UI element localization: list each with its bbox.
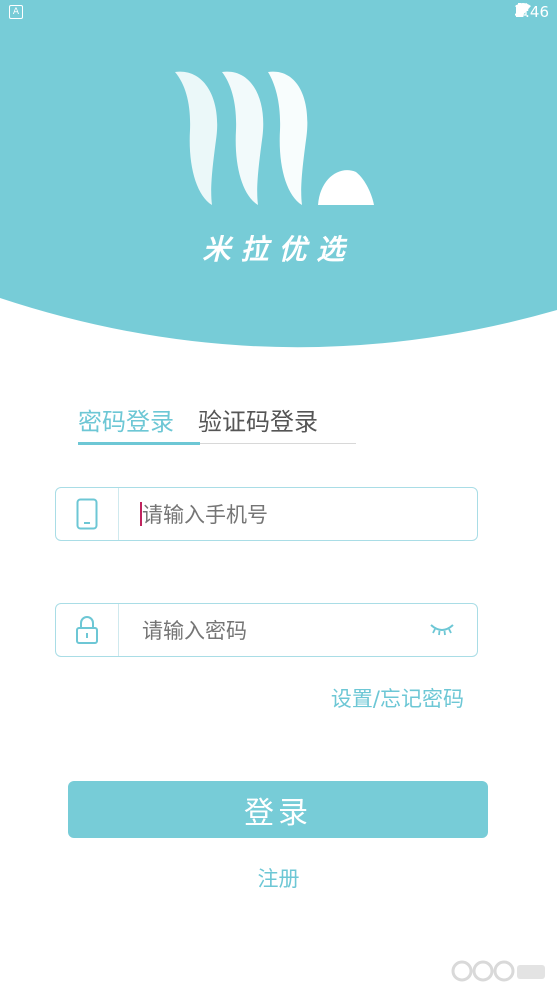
lock-icon-box — [56, 604, 119, 656]
status-bar: A 2:46 — [0, 0, 557, 24]
password-input[interactable] — [140, 604, 444, 658]
notification-icon: A — [9, 5, 23, 19]
login-button[interactable]: 登录 — [68, 781, 488, 838]
watermark-logo — [451, 960, 545, 982]
brand-name: 米拉优选 — [202, 233, 355, 266]
forgot-password-link[interactable]: 设置/忘记密码 — [331, 683, 464, 713]
eye-closed-icon[interactable] — [429, 621, 455, 637]
tab-code-login[interactable]: 验证码登录 — [198, 405, 318, 439]
phone-field[interactable] — [55, 487, 478, 542]
header-banner: A 2:46 米拉优选 — [0, 0, 557, 350]
phone-icon-box — [56, 488, 119, 540]
status-icons: 2:46 — [515, 3, 549, 21]
header-background — [0, 0, 557, 348]
tab-active-indicator — [78, 442, 200, 445]
password-field[interactable] — [55, 603, 478, 658]
login-tabs: 密码登录 验证码登录 — [78, 405, 356, 445]
battery-icon — [516, 3, 524, 17]
phone-input[interactable] — [140, 488, 444, 542]
lock-icon — [76, 616, 98, 644]
phone-icon — [76, 498, 98, 530]
tab-password-login[interactable]: 密码登录 — [78, 405, 174, 439]
register-link[interactable]: 注册 — [0, 863, 557, 893]
